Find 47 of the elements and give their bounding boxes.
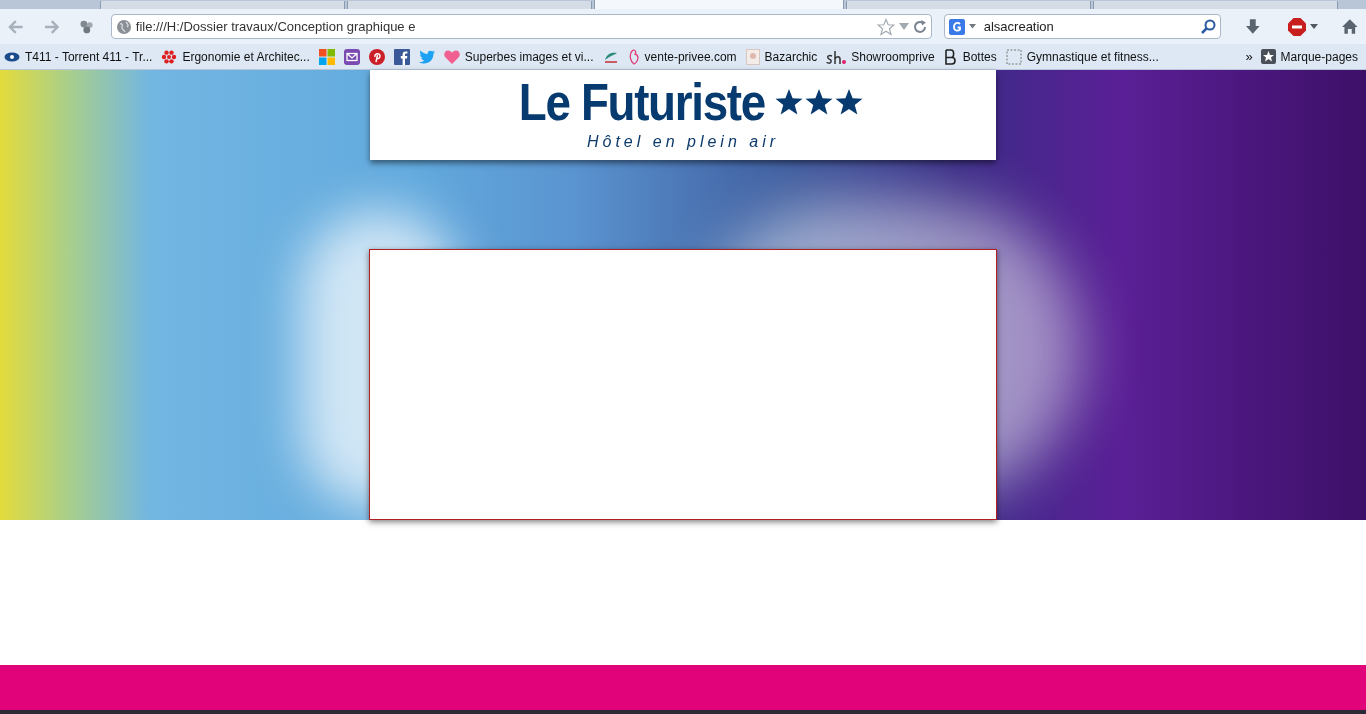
globe-icon [115,18,132,35]
heart-icon [443,49,460,64]
page-icon [1005,48,1022,65]
bookmark-item[interactable] [318,48,335,65]
bookmark-item[interactable]: T411 - Torrent 411 - Tr... [4,47,153,66]
star-box-icon [1260,49,1276,64]
logo-icon [826,48,847,65]
site-title: Le Futuriste [519,72,765,132]
bookmark-item[interactable]: Ergonomie et Architec... [161,47,310,66]
bookmark-item[interactable] [368,48,385,65]
bookmark-item[interactable]: Bottes [943,47,997,66]
cluster-icon[interactable] [79,18,95,35]
butterfly-icon [627,48,640,65]
eye-icon [4,51,20,62]
search-icon[interactable] [1200,19,1216,34]
pinterest-icon [368,48,385,65]
bookmark-item[interactable]: Superbes images et vi... [443,47,594,66]
bookmark-item[interactable]: vente-privee.com [627,47,737,66]
forward-arrow-icon[interactable] [43,19,60,34]
address-bar[interactable]: file:///H:/Dossier travaux/Conception graphique e [110,14,932,39]
flower-icon [161,48,178,65]
facebook-icon [393,48,410,65]
bookmark-item[interactable]: Bazarchic [745,47,818,66]
mail-icon [343,48,360,65]
back-arrow-icon[interactable] [8,19,24,34]
windows-icon [318,48,335,65]
search-text: alsacreation [983,17,1055,36]
download-icon[interactable] [1244,18,1261,35]
bookmarks-menu[interactable]: Marque-pages [1260,47,1358,66]
picture-icon [745,48,760,65]
g-icon [948,18,965,35]
more-bookmarks-chevron[interactable]: » [1245,46,1253,67]
bookmark-item[interactable]: Showroomprive [826,47,935,66]
bookmark-item[interactable] [393,48,410,65]
site-subtitle: Hôtel en plein air [586,132,780,152]
bookmark-item[interactable] [343,48,360,65]
b-icon [943,48,958,65]
dropdown-icon[interactable] [968,24,976,29]
search-field[interactable]: alsacreation [943,14,1221,39]
reload-icon[interactable] [912,19,927,34]
bookmark-item[interactable]: Gymnastique et fitness... [1005,47,1159,66]
home-icon[interactable] [1342,19,1358,34]
address-text: file:///H:/Dossier travaux/Conception graphique e [135,17,417,36]
bird-icon [418,49,435,64]
star-outline-icon[interactable] [876,17,895,36]
stop-sign-icon[interactable] [1288,17,1307,36]
dropdown-icon[interactable] [1310,24,1319,29]
